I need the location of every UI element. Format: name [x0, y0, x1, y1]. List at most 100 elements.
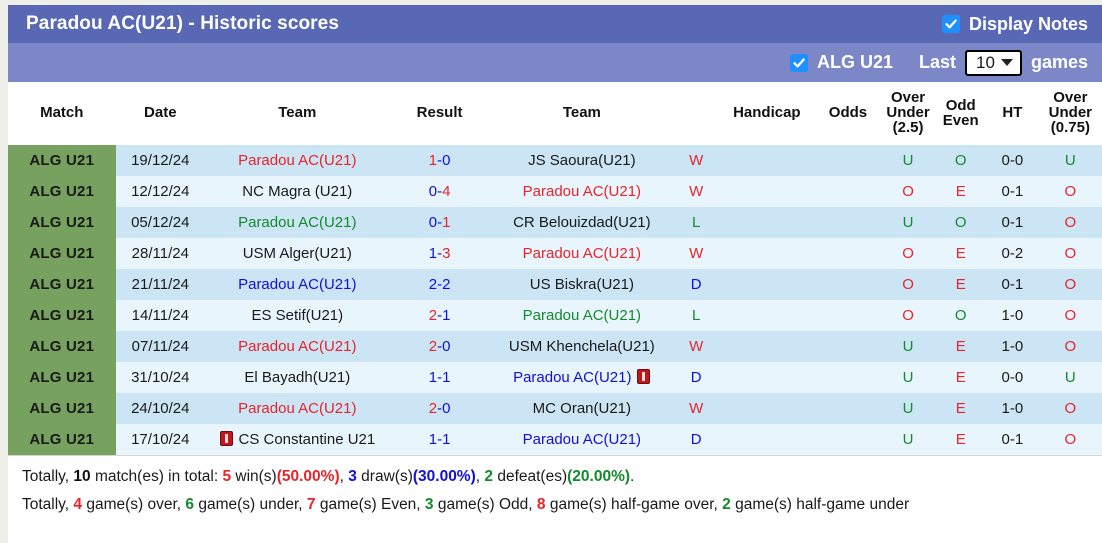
display-notes-toggle[interactable]: Display Notes: [941, 13, 1088, 35]
table-row[interactable]: ALG U21 31/10/24 El Bayadh(U21) 1-1 Paradou …: [8, 362, 1102, 393]
wdl-indicator: D: [690, 276, 702, 293]
away-team-name: Paradou AC(U21): [513, 369, 632, 386]
column-header-line: Even: [942, 111, 979, 129]
summary2-prefix: Totally,: [22, 496, 74, 513]
cell-away-team: Paradou AC(U21): [489, 300, 675, 331]
column-header-ou075: Over Under (0.75): [1038, 82, 1102, 145]
cell-league: ALG U21: [8, 300, 116, 331]
cell-wdl: D: [674, 362, 719, 393]
table-header-row: Match Date Team Result Team Handicap Odds Over U…: [8, 82, 1102, 145]
half-over-label: game(s) half-game over,: [545, 496, 723, 513]
page-root: Paradou AC(U21) - Historic scores Displa…: [0, 0, 1102, 543]
cell-league: ALG U21: [8, 269, 116, 300]
display-notes-checkbox[interactable]: [941, 15, 960, 33]
column-header-line: Result: [416, 104, 463, 121]
display-notes-label: Display Notes: [968, 13, 1088, 34]
cell-wdl: W: [674, 331, 719, 362]
over-under-075-value: O: [1064, 183, 1077, 200]
cell-league: ALG U21: [8, 331, 116, 362]
table-row[interactable]: ALG U21 24/10/24 Paradou AC(U21) 2-0 MC Oran…: [8, 393, 1102, 424]
wdl-indicator: L: [692, 307, 701, 324]
cell-result: 1-0: [389, 145, 490, 176]
cell-result: 1-1: [389, 362, 490, 393]
over-under-25-value: O: [902, 183, 914, 200]
column-header-ht: HT: [986, 82, 1039, 145]
summary-line-goals: Totally, 4 game(s) over, 6 game(s) under…: [22, 491, 1088, 519]
period: .: [630, 468, 635, 485]
cell-result: 1-1: [389, 424, 490, 455]
score-away: 0: [442, 400, 451, 417]
score-home: 1: [428, 152, 438, 169]
table-row[interactable]: ALG U21 12/12/24 NC Magra (U21) 0-4 Paradou …: [8, 176, 1102, 207]
wdl-indicator: W: [689, 245, 704, 262]
historic-scores-table: Match Date Team Result Team Handicap Odds Over U…: [8, 82, 1102, 455]
over-under-25-value: U: [902, 152, 914, 169]
home-team-name: NC Magra (U21): [242, 183, 353, 200]
score-away: 0: [442, 338, 451, 355]
cell-home-team: CS Constantine U21: [205, 424, 390, 455]
cell-odd-even: O: [935, 207, 987, 238]
odd-even-value: O: [954, 307, 967, 324]
cell-over-under-25: U: [880, 393, 936, 424]
cell-odds: [815, 207, 881, 238]
score-home: 1: [428, 369, 438, 386]
games-count-control: Last 10 games: [919, 49, 1088, 76]
games-label: games: [1030, 52, 1088, 72]
score-away: 3: [442, 245, 451, 262]
score-home: 0: [428, 214, 438, 231]
over-under-075-value: O: [1064, 276, 1077, 293]
column-header-wdl: [674, 82, 719, 145]
column-header-line: Handicap: [733, 104, 801, 121]
over-under-075-value: U: [1064, 152, 1076, 169]
column-header-line: Odd: [945, 96, 976, 114]
away-team-name: USM Khenchela(U21): [508, 338, 655, 355]
score-home: 2: [428, 276, 438, 293]
check-icon: [945, 19, 957, 29]
cell-over-under-25: U: [880, 207, 936, 238]
table-row[interactable]: ALG U21 21/11/24 Paradou AC(U21) 2-2 US Bisk…: [8, 269, 1102, 300]
table-row[interactable]: ALG U21 05/12/24 Paradou AC(U21) 0-1 CR Belo…: [8, 207, 1102, 238]
away-team-name: Paradou AC(U21): [522, 307, 642, 324]
cell-date: 28/11/24: [115, 238, 206, 269]
table-row[interactable]: ALG U21 14/11/24 ES Setif(U21) 2-1 Paradou A…: [8, 300, 1102, 331]
column-header-line: (2.5): [892, 119, 924, 136]
over-under-25-value: U: [902, 369, 914, 386]
red-card-icon: [636, 369, 650, 384]
table-row[interactable]: ALG U21 07/11/24 Paradou AC(U21) 2-0 USM Khe…: [8, 331, 1102, 362]
wins-pct: (50.00%): [276, 468, 340, 485]
odd-even-value: O: [954, 214, 967, 231]
cell-over-under-075: U: [1038, 362, 1102, 393]
cell-date: 07/11/24: [115, 331, 206, 362]
over-under-25-value: O: [902, 276, 914, 293]
table-row[interactable]: ALG U21 17/10/24 CS Constantine U21 1-1 Par…: [8, 424, 1102, 455]
cell-home-team: Paradou AC(U21): [205, 207, 390, 238]
panel-subheader-bar: ALG U21 Last 10 games: [8, 43, 1102, 82]
odd-even-value: E: [955, 245, 966, 262]
cell-date: 05/12/24: [115, 207, 206, 238]
table-row[interactable]: ALG U21 19/12/24 Paradou AC(U21) 1-0 JS Saou…: [8, 145, 1102, 176]
away-team-name: MC Oran(U21): [532, 400, 632, 417]
even-count: 7: [306, 496, 316, 513]
column-header-line: Date: [144, 104, 177, 121]
table-row[interactable]: ALG U21 28/11/24 USM Alger(U21) 1-3 Paradou …: [8, 238, 1102, 269]
cell-away-team: US Biskra(U21): [489, 269, 675, 300]
over-label: game(s) over,: [82, 496, 186, 513]
league-filter-toggle[interactable]: ALG U21: [789, 52, 893, 73]
cell-wdl: L: [674, 300, 719, 331]
column-header-odds: Odds: [815, 82, 881, 145]
column-header-line: Odds: [828, 104, 868, 121]
league-filter-checkbox[interactable]: [789, 53, 808, 72]
over-under-075-value: O: [1064, 245, 1077, 262]
summary-text: match(es) in total:: [90, 468, 223, 485]
summary-prefix: Totally,: [22, 468, 74, 485]
cell-away-team: USM Khenchela(U21): [489, 331, 675, 362]
cell-ht-score: 0-2: [986, 238, 1039, 269]
cell-ht-score: 1-0: [986, 331, 1039, 362]
odd-even-value: E: [955, 400, 966, 417]
summary-line-results: Totally, 10 match(es) in total: 5 win(s)…: [22, 463, 1088, 491]
cell-ht-score: 0-0: [986, 362, 1039, 393]
column-header-date: Date: [115, 82, 206, 145]
games-count-select[interactable]: 10: [965, 49, 1022, 76]
cell-over-under-25: O: [880, 300, 936, 331]
score-away: 1: [442, 307, 451, 324]
